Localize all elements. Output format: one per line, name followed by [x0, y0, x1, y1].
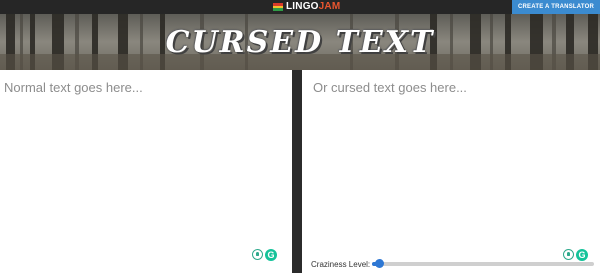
extension-icons: G — [252, 249, 277, 261]
craziness-control: Craziness Level: — [311, 259, 595, 269]
grammarly-icon[interactable]: G — [265, 249, 277, 261]
logo-text: LINGOJAM — [286, 1, 341, 12]
create-translator-button[interactable]: CREATE A TRANSLATOR — [512, 0, 600, 14]
input-panel: G — [0, 70, 292, 273]
cursed-text-output[interactable] — [302, 70, 600, 273]
top-bar: LINGOJAM CREATE A TRANSLATOR — [0, 0, 600, 14]
craziness-label: Craziness Level: — [311, 259, 371, 269]
bulb-icon[interactable] — [252, 249, 263, 260]
normal-text-input[interactable] — [0, 70, 292, 273]
page-title: CURSED TEXT — [165, 25, 435, 60]
slider-handle[interactable] — [374, 259, 384, 268]
output-panel: G — [302, 70, 600, 273]
lingojam-logo[interactable]: LINGOJAM — [273, 1, 340, 13]
craziness-slider[interactable] — [372, 259, 595, 268]
panel-divider — [292, 70, 302, 273]
flag-icon — [273, 3, 283, 12]
header-banner: CURSED TEXT — [0, 14, 600, 70]
